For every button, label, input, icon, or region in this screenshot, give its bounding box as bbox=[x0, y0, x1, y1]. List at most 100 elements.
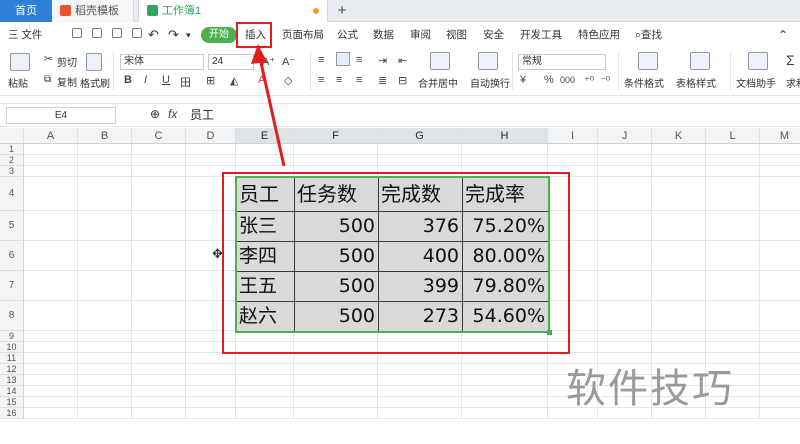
column-header-k[interactable]: K bbox=[652, 128, 706, 144]
menu-view[interactable]: 视图 bbox=[446, 22, 467, 48]
name-box[interactable]: E4 bbox=[6, 107, 116, 124]
increase-decimal-icon[interactable]: ⁺⁰ bbox=[584, 74, 594, 87]
undo-icon[interactable]: ↶ bbox=[148, 22, 159, 48]
menu-data[interactable]: 数据 bbox=[373, 22, 394, 48]
tab-home[interactable]: 首页 bbox=[0, 0, 52, 22]
row-header-11[interactable]: 11 bbox=[0, 353, 24, 364]
wrap-text-label[interactable]: 自动换行 bbox=[470, 75, 510, 90]
indent-icon[interactable]: ⇥ bbox=[378, 54, 387, 67]
row-header-6[interactable]: 6 bbox=[0, 241, 24, 271]
justify-icon[interactable]: ≣ bbox=[378, 74, 387, 87]
align-top-icon[interactable]: ≡ bbox=[318, 54, 324, 66]
copy-icon[interactable]: ⧉ bbox=[44, 74, 51, 85]
tab-template-label: 稻壳模板 bbox=[75, 5, 119, 17]
align-middle-icon[interactable] bbox=[336, 52, 350, 66]
number-format-select[interactable]: 常规 bbox=[518, 54, 606, 70]
decrease-decimal-icon[interactable]: ⁻⁰ bbox=[600, 74, 610, 87]
format-painter-label[interactable]: 格式刷 bbox=[80, 75, 110, 90]
new-tab-button[interactable]: + bbox=[333, 0, 351, 22]
menu-formula[interactable]: 公式 bbox=[337, 22, 358, 48]
table-style-icon[interactable] bbox=[690, 52, 710, 70]
menu-file[interactable]: 三 文件 bbox=[8, 22, 42, 48]
paste-icon[interactable] bbox=[10, 53, 30, 71]
column-header-a[interactable]: A bbox=[24, 128, 78, 144]
menu-review[interactable]: 审阅 bbox=[410, 22, 431, 48]
row-header-12[interactable]: 12 bbox=[0, 364, 24, 375]
sum-icon[interactable]: Σ bbox=[786, 52, 795, 68]
column-header-f[interactable]: F bbox=[294, 128, 378, 144]
wrap-text-icon[interactable] bbox=[478, 52, 498, 70]
zoom-search-icon[interactable]: ⊕ bbox=[150, 107, 160, 121]
column-header-b[interactable]: B bbox=[78, 128, 132, 144]
column-header-l[interactable]: L bbox=[706, 128, 760, 144]
align-center-icon[interactable]: ≡ bbox=[336, 74, 342, 86]
cut-icon[interactable]: ✂ bbox=[44, 54, 52, 65]
cut-label[interactable]: 剪切 bbox=[57, 54, 77, 69]
row-header-10[interactable]: 10 bbox=[0, 342, 24, 353]
fx-icon[interactable]: fx bbox=[168, 107, 177, 121]
merge-center-icon[interactable] bbox=[430, 52, 450, 70]
align-left-icon[interactable]: ≡ bbox=[318, 74, 324, 86]
row-header-3[interactable]: 3 bbox=[0, 166, 24, 177]
row-header-4[interactable]: 4 bbox=[0, 177, 24, 211]
menu-dev-tools[interactable]: 开发工具 bbox=[520, 22, 562, 48]
column-header-m[interactable]: M bbox=[760, 128, 800, 144]
column-header-g[interactable]: G bbox=[378, 128, 462, 144]
underline-button[interactable]: U bbox=[162, 74, 170, 86]
row-header-1[interactable]: 1 bbox=[0, 144, 24, 155]
row-header-16[interactable]: 16 bbox=[0, 408, 24, 419]
doc-helper-label[interactable]: 文档助手 bbox=[736, 75, 776, 90]
doc-helper-icon[interactable] bbox=[748, 52, 768, 70]
row-header-5[interactable]: 5 bbox=[0, 211, 24, 241]
column-header-j[interactable]: J bbox=[598, 128, 652, 144]
paste-label[interactable]: 粘贴 bbox=[8, 75, 28, 90]
conditional-format-label[interactable]: 条件格式 bbox=[624, 75, 664, 90]
tab-workbook[interactable]: 工作簿1 bbox=[138, 0, 328, 22]
percent-button[interactable]: % bbox=[544, 74, 554, 86]
row-header-7[interactable]: 7 bbox=[0, 271, 24, 301]
export-icon[interactable] bbox=[92, 22, 102, 48]
font-style-icon[interactable]: ⊞ bbox=[206, 74, 215, 87]
tab-template[interactable]: 稻壳模板 bbox=[52, 0, 134, 22]
more-dropdown-icon[interactable]: ▾ bbox=[186, 22, 191, 48]
conditional-format-icon[interactable] bbox=[638, 52, 658, 70]
table-style-label[interactable]: 表格样式 bbox=[676, 75, 716, 90]
fill-color-icon[interactable]: ◭ bbox=[230, 74, 238, 87]
currency-icon[interactable]: ¥ bbox=[520, 74, 526, 86]
italic-button[interactable]: I bbox=[144, 74, 147, 86]
menu-start[interactable]: 开始 bbox=[201, 27, 237, 43]
thousands-button[interactable]: 000 bbox=[560, 75, 575, 85]
column-header-i[interactable]: I bbox=[548, 128, 598, 144]
save-icon[interactable] bbox=[72, 22, 82, 48]
distribute-icon[interactable]: ⊟ bbox=[398, 74, 407, 87]
copy-label[interactable]: 复制 bbox=[57, 74, 77, 89]
format-painter-icon[interactable] bbox=[86, 53, 102, 71]
row-header-2[interactable]: 2 bbox=[0, 155, 24, 166]
menu-special[interactable]: 特色应用 bbox=[578, 22, 620, 48]
menu-security[interactable]: 安全 bbox=[483, 22, 504, 48]
tab-workbook-label: 工作簿1 bbox=[162, 5, 202, 17]
border-icon[interactable]: 田 bbox=[180, 74, 191, 90]
align-right-icon[interactable]: ≡ bbox=[356, 74, 362, 86]
preview-icon[interactable] bbox=[132, 22, 142, 48]
search-menu[interactable]: ⌕查找 bbox=[635, 22, 662, 48]
font-name-select[interactable]: 宋体 bbox=[120, 54, 204, 70]
print-icon[interactable] bbox=[112, 22, 122, 48]
column-header-c[interactable]: C bbox=[132, 128, 186, 144]
highlight-table-box bbox=[222, 172, 570, 354]
align-bottom-icon[interactable]: ≡ bbox=[356, 54, 362, 66]
collapse-ribbon-icon[interactable]: ⌃ bbox=[778, 22, 788, 48]
row-header-13[interactable]: 13 bbox=[0, 375, 24, 386]
bold-button[interactable]: B bbox=[124, 74, 132, 86]
column-header-d[interactable]: D bbox=[186, 128, 236, 144]
row-header-8[interactable]: 8 bbox=[0, 301, 24, 331]
row-header-15[interactable]: 15 bbox=[0, 397, 24, 408]
row-header-14[interactable]: 14 bbox=[0, 386, 24, 397]
select-all-corner[interactable] bbox=[0, 128, 24, 144]
merge-center-label[interactable]: 合并居中 bbox=[418, 75, 458, 90]
outdent-icon[interactable]: ⇤ bbox=[398, 54, 407, 67]
sum-label[interactable]: 求和 bbox=[786, 75, 800, 90]
redo-icon[interactable]: ↷ bbox=[168, 22, 179, 48]
row-header-9[interactable]: 9 bbox=[0, 331, 24, 342]
column-header-h[interactable]: H bbox=[462, 128, 548, 144]
